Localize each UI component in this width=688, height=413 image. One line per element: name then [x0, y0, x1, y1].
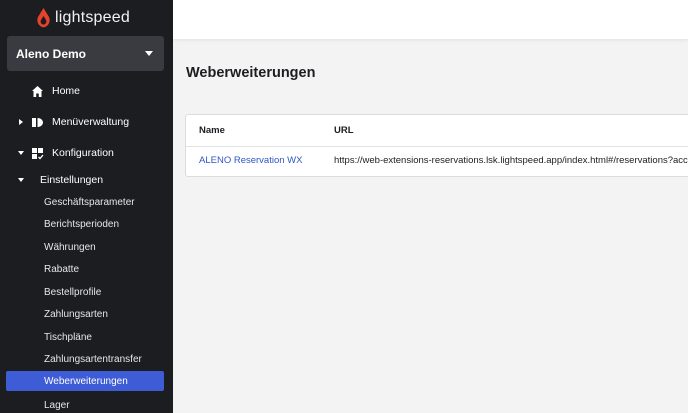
top-bar [173, 0, 688, 39]
sidebar-subitem-label: Geschäftsparameter [44, 196, 135, 208]
flame-icon [37, 8, 50, 28]
sidebar-item-label: Menüverwaltung [52, 116, 130, 128]
brand-name: lightspeed [55, 9, 130, 26]
sidebar-item-settings[interactable]: Einstellungen [0, 169, 173, 191]
sidebar-item-configuration[interactable]: Konfiguration [0, 142, 173, 164]
sidebar-subitem-tischplaene[interactable]: Tischpläne [0, 327, 173, 347]
sidebar-subitem-label: Weberweiterungen [44, 375, 128, 387]
header-divider [186, 146, 688, 147]
extensions-table: Name URL ALENO Reservation WX https://we… [185, 114, 688, 177]
page-title: Weberweiterungen [186, 65, 316, 81]
column-header-url[interactable]: URL [334, 125, 354, 136]
brand-logo[interactable]: lightspeed [36, 7, 130, 29]
sidebar-item-label: Home [52, 85, 81, 97]
sidebar: lightspeed Aleno Demo Home Menüverwaltun… [0, 0, 173, 413]
sidebar-item-menu[interactable]: Menüverwaltung [0, 111, 173, 133]
sidebar-subitem-geschaeftsparameter[interactable]: Geschäftsparameter [0, 192, 173, 212]
sidebar-subitem-label: Zahlungsartentransfer [44, 353, 142, 365]
caret-down-icon [145, 51, 153, 56]
home-icon [32, 85, 43, 97]
sidebar-subitem-zahlungsartentransfer[interactable]: Zahlungsartentransfer [0, 349, 173, 369]
sidebar-subitem-zahlungsarten[interactable]: Zahlungsarten [0, 304, 173, 324]
sidebar-subitem-label: Lager [44, 399, 70, 411]
account-selector[interactable]: Aleno Demo [7, 36, 164, 71]
sidebar-subitem-weberweiterungen[interactable]: Weberweiterungen [6, 371, 164, 391]
sidebar-subitem-label: Zahlungsarten [44, 308, 108, 320]
extension-name-link[interactable]: ALENO Reservation WX [199, 155, 302, 166]
sidebar-subitem-bestellprofile[interactable]: Bestellprofile [0, 282, 173, 302]
column-header-name[interactable]: Name [199, 125, 225, 136]
configuration-icon [32, 147, 44, 159]
extension-url: https://web-extensions-reservations.lsk.… [334, 155, 688, 166]
sidebar-subitem-label: Rabatte [44, 263, 80, 275]
menu-management-icon [32, 117, 43, 127]
sidebar-subitem-rabatte[interactable]: Rabatte [0, 259, 173, 279]
chevron-down-icon [18, 151, 24, 155]
sidebar-subitem-lager[interactable]: Lager [0, 395, 173, 413]
sidebar-subitem-waehrungen[interactable]: Währungen [0, 237, 173, 257]
sidebar-subitem-label: Währungen [44, 241, 96, 253]
sidebar-subitem-label: Bestellprofile [44, 286, 102, 298]
chevron-down-icon [18, 178, 24, 182]
sidebar-item-home[interactable]: Home [0, 80, 173, 102]
sidebar-subitem-label: Tischpläne [44, 331, 92, 343]
sidebar-item-label: Konfiguration [52, 147, 114, 159]
sidebar-subitem-berichtsperioden[interactable]: Berichtsperioden [0, 214, 173, 234]
sidebar-subitem-label: Berichtsperioden [44, 218, 120, 230]
account-name: Aleno Demo [16, 46, 87, 61]
chevron-right-icon [19, 119, 23, 125]
sidebar-item-label: Einstellungen [40, 174, 104, 186]
